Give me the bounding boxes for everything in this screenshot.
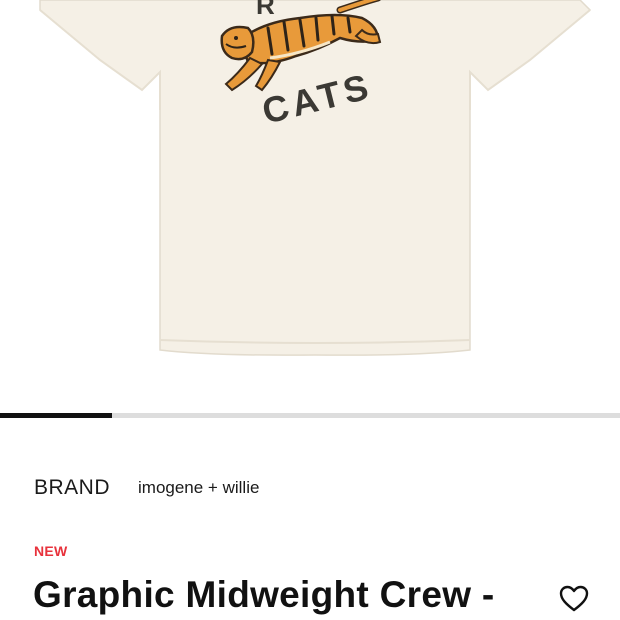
product-title: Graphic Midweight Crew -	[33, 574, 495, 615]
brand-link[interactable]: imogene + willie	[138, 478, 259, 498]
new-badge: NEW	[34, 543, 68, 559]
gallery-progress-track[interactable]	[0, 413, 620, 418]
tshirt-image: R CATS	[39, 0, 592, 356]
shirt-body	[39, 0, 592, 356]
brand-row: BRAND imogene + willie	[34, 476, 259, 500]
brand-label: BRAND	[34, 476, 111, 499]
heart-icon	[559, 585, 589, 612]
product-page: R CATS BRAND imogene + willie NEW Graphi…	[0, 0, 620, 620]
product-image[interactable]: R CATS	[0, 0, 620, 405]
graphic-text-top: R	[256, 0, 275, 20]
gallery-progress-fill	[0, 413, 112, 418]
wishlist-button[interactable]	[558, 584, 590, 614]
